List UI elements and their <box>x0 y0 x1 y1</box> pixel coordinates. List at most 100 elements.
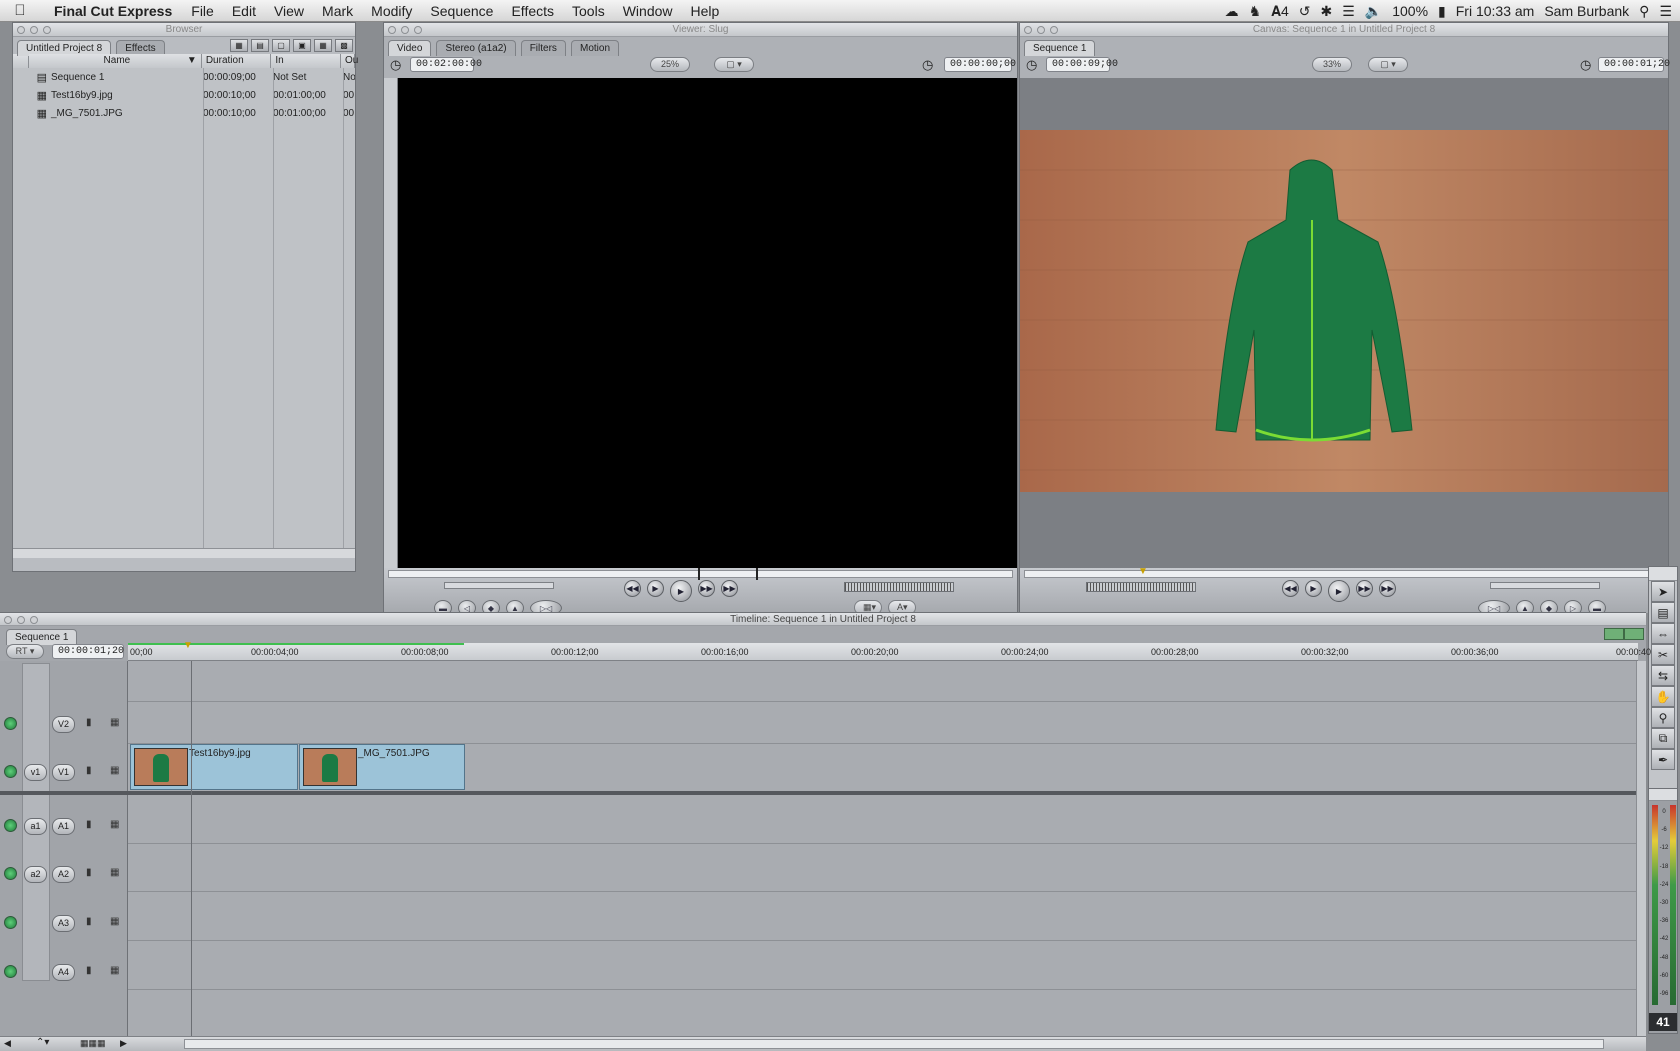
adobe-icon[interactable]: 𝐀4 <box>1271 3 1289 20</box>
pen-tool-icon[interactable]: ✒ <box>1651 749 1675 770</box>
viewer-jog[interactable] <box>844 582 954 592</box>
browser-scrollbar[interactable] <box>13 548 355 558</box>
canvas-video-area[interactable] <box>1020 78 1668 568</box>
auto-select-icon[interactable]: ▦ <box>110 819 119 830</box>
source-v1[interactable]: v1 <box>24 764 47 781</box>
view-grid-icon[interactable]: ▩ <box>335 39 353 52</box>
timeline-playhead[interactable] <box>191 661 192 1036</box>
dest-v1[interactable]: V1 <box>52 764 75 781</box>
next-edit-icon[interactable]: ▶▶ <box>1379 580 1396 597</box>
user-name[interactable]: Sam Burbank <box>1544 3 1629 19</box>
lock-icon[interactable]: ▮ <box>86 867 92 878</box>
track-v1-eye[interactable] <box>4 765 17 778</box>
auto-select-icon[interactable]: ▦ <box>110 916 119 927</box>
viewer-scrubber[interactable] <box>388 570 1013 578</box>
menu-window[interactable]: Window <box>614 3 682 19</box>
bluetooth-icon[interactable]: ✱ <box>1320 3 1332 20</box>
next-edit-icon[interactable]: ▶▶ <box>721 580 738 597</box>
zoom-slider-icon[interactable]: ▶ <box>120 1038 127 1049</box>
cloud-icon[interactable]: ☁ <box>1225 3 1239 20</box>
zoom-icon[interactable] <box>1050 26 1058 34</box>
timeline-clip[interactable]: Test16by9.jpg <box>130 744 298 790</box>
menu-modify[interactable]: Modify <box>362 3 421 19</box>
canvas-jog[interactable] <box>1086 582 1196 592</box>
viewer-shuttle[interactable] <box>444 582 554 589</box>
browser-row-sequence[interactable]: ▤ Sequence 1 00:00:09;00 Not Set No <box>13 68 355 86</box>
viewer-video-area[interactable] <box>398 78 1017 568</box>
list-icon[interactable]: ☰ <box>1659 3 1672 20</box>
canvas-scrubber[interactable] <box>1024 570 1664 578</box>
canvas-view-popup[interactable]: ▢ ▾ <box>1368 57 1408 72</box>
timeline-titlebar[interactable]: Timeline: Sequence 1 in Untitled Project… <box>0 613 1646 626</box>
track-height-icon[interactable]: ▦▦▦ <box>80 1038 106 1049</box>
viewer-duration-field[interactable]: 00:02:00:00 <box>410 57 482 72</box>
apple-menu-icon[interactable]:  <box>0 2 40 19</box>
dest-a2[interactable]: A2 <box>52 866 75 883</box>
play-around-icon[interactable]: ▶▶ <box>698 580 715 597</box>
menu-view[interactable]: View <box>265 3 313 19</box>
audio-meter-titlebar[interactable] <box>1649 789 1677 801</box>
razor-tool-icon[interactable]: ✂ <box>1651 644 1675 665</box>
select-track-tool-icon[interactable]: ▤ <box>1651 602 1675 623</box>
view-small-icon[interactable]: ▦ <box>314 39 332 52</box>
wifi-icon[interactable]: ☰ <box>1342 3 1355 20</box>
canvas-shuttle[interactable] <box>1490 582 1600 589</box>
minimize-icon[interactable] <box>17 616 25 624</box>
tool-palette-titlebar[interactable] <box>1649 567 1677 581</box>
auto-select-icon[interactable]: ▦ <box>110 765 119 776</box>
dest-v2[interactable]: V2 <box>52 716 75 733</box>
view-icon[interactable]: ▦ <box>230 39 248 52</box>
column-duration[interactable]: Duration <box>201 54 272 68</box>
play-icon[interactable]: ▶ <box>1328 580 1350 602</box>
volume-icon[interactable]: 🔈 <box>1365 3 1382 20</box>
crop-tool-icon[interactable]: ⧉ <box>1651 728 1675 749</box>
zoom-icon[interactable] <box>30 616 38 624</box>
source-a1[interactable]: a1 <box>24 818 47 835</box>
viewer-in-point[interactable] <box>698 568 700 580</box>
lock-icon[interactable]: ▮ <box>86 765 92 776</box>
track-a4-speaker[interactable] <box>4 965 17 978</box>
viewer-view-popup[interactable]: ▢ ▾ <box>714 57 754 72</box>
menu-file[interactable]: File <box>182 3 223 19</box>
lock-icon[interactable]: ▮ <box>86 717 92 728</box>
menu-help[interactable]: Help <box>682 3 729 19</box>
zoom-tool-icon[interactable]: ⚲ <box>1651 707 1675 728</box>
spotlight-icon[interactable]: ⚲ <box>1639 3 1649 20</box>
zoom-icon[interactable] <box>43 26 51 34</box>
viewer-out-point[interactable] <box>756 568 758 580</box>
timeline-vertical-scrollbar[interactable] <box>1636 661 1646 1036</box>
prev-edit-icon[interactable]: ◀◀ <box>624 580 641 597</box>
canvas-current-timecode[interactable]: 00:00:01;20 <box>1598 57 1670 72</box>
canvas-zoom-popup[interactable]: 33% <box>1312 57 1352 72</box>
zoom-icon[interactable] <box>414 26 422 34</box>
dest-a1[interactable]: A1 <box>52 818 75 835</box>
timeline-horizontal-scrollbar[interactable] <box>184 1039 1604 1049</box>
clip-overlays-icon[interactable]: ◀ <box>4 1038 11 1049</box>
close-icon[interactable] <box>388 26 396 34</box>
timeline-ruler[interactable]: 00;00 00:00:04;00 00:00:08;00 00:00:12;0… <box>128 640 1651 661</box>
dest-a3[interactable]: A3 <box>52 915 75 932</box>
track-a2-speaker[interactable] <box>4 867 17 880</box>
viewer-current-timecode[interactable]: 00:00:00;00 <box>944 57 1016 72</box>
selection-tool-icon[interactable]: ➤ <box>1651 581 1675 602</box>
lock-icon[interactable]: ▮ <box>86 916 92 927</box>
track-a3-speaker[interactable] <box>4 916 17 929</box>
rt-popup[interactable]: RT ▾ <box>6 644 44 659</box>
browser-row-clip[interactable]: ▦ _MG_7501.JPG 00:00:10;00 00:01:00;00 0… <box>13 104 355 122</box>
notification-icon[interactable]: ♞ <box>1249 3 1262 20</box>
battery-icon[interactable]: ▮ <box>1438 3 1446 20</box>
lock-icon[interactable]: ▮ <box>86 965 92 976</box>
linking-icon[interactable] <box>1624 628 1644 640</box>
minimize-icon[interactable] <box>30 26 38 34</box>
track-area[interactable]: Test16by9.jpg _MG_7501.JPG <box>128 661 1636 1036</box>
timeline-clip[interactable]: _MG_7501.JPG <box>299 744 465 790</box>
menu-tools[interactable]: Tools <box>563 3 614 19</box>
view-list-icon[interactable]: ▤ <box>251 39 269 52</box>
minimize-icon[interactable] <box>401 26 409 34</box>
browser-row-clip[interactable]: ▦ Test16by9.jpg 00:00:10;00 00:01:00;00 … <box>13 86 355 104</box>
menu-sequence[interactable]: Sequence <box>421 3 502 19</box>
prev-edit-icon[interactable]: ◀◀ <box>1282 580 1299 597</box>
auto-select-icon[interactable]: ▦ <box>110 867 119 878</box>
viewer-titlebar[interactable]: Viewer: Slug <box>384 23 1017 37</box>
play-icon[interactable]: ▶ <box>670 580 692 602</box>
